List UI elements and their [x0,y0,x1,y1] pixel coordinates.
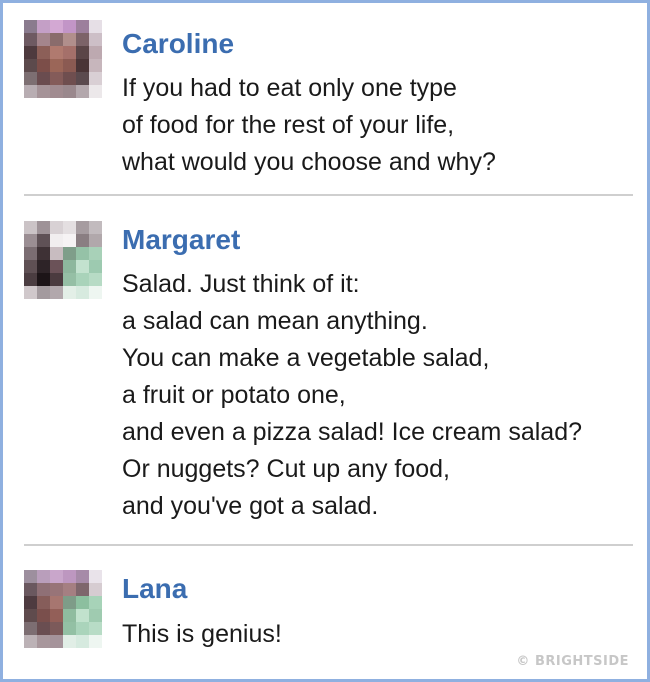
brightside-watermark: © BRIGHTSIDE [516,654,629,669]
avatar-margaret[interactable] [24,221,102,299]
comment-line: and you've got a salad. [122,492,379,520]
comment-line: Salad. Just think of it: [122,270,360,298]
comment-line: You can make a vegetable salad, [122,344,490,372]
comment-text: This is genius! [122,616,282,653]
comment-line: a salad can mean anything. [122,307,428,335]
comment-text: Salad. Just think of it: a salad can mea… [122,266,582,525]
comment-line: and even a pizza salad! Ice cream salad? [122,418,582,446]
comment-line: a fruit or potato one, [122,381,346,409]
comment-line: what would you choose and why? [122,148,496,176]
comment-line: of food for the rest of your life, [122,111,455,139]
author-name[interactable]: Margaret [122,223,240,257]
author-name[interactable]: Caroline [122,27,234,61]
conversation-frame: Caroline If you had to eat only one type… [0,0,650,682]
divider [24,544,633,546]
comment-line: If you had to eat only one type [122,74,457,102]
divider [24,194,633,196]
comment-line: Or nuggets? Cut up any food, [122,455,450,483]
comment-text: If you had to eat only one type of food … [122,70,496,181]
author-name[interactable]: Lana [122,572,187,606]
avatar-caroline[interactable] [24,20,102,98]
avatar-lana[interactable] [24,570,102,648]
comment-line: This is genius! [122,620,282,648]
